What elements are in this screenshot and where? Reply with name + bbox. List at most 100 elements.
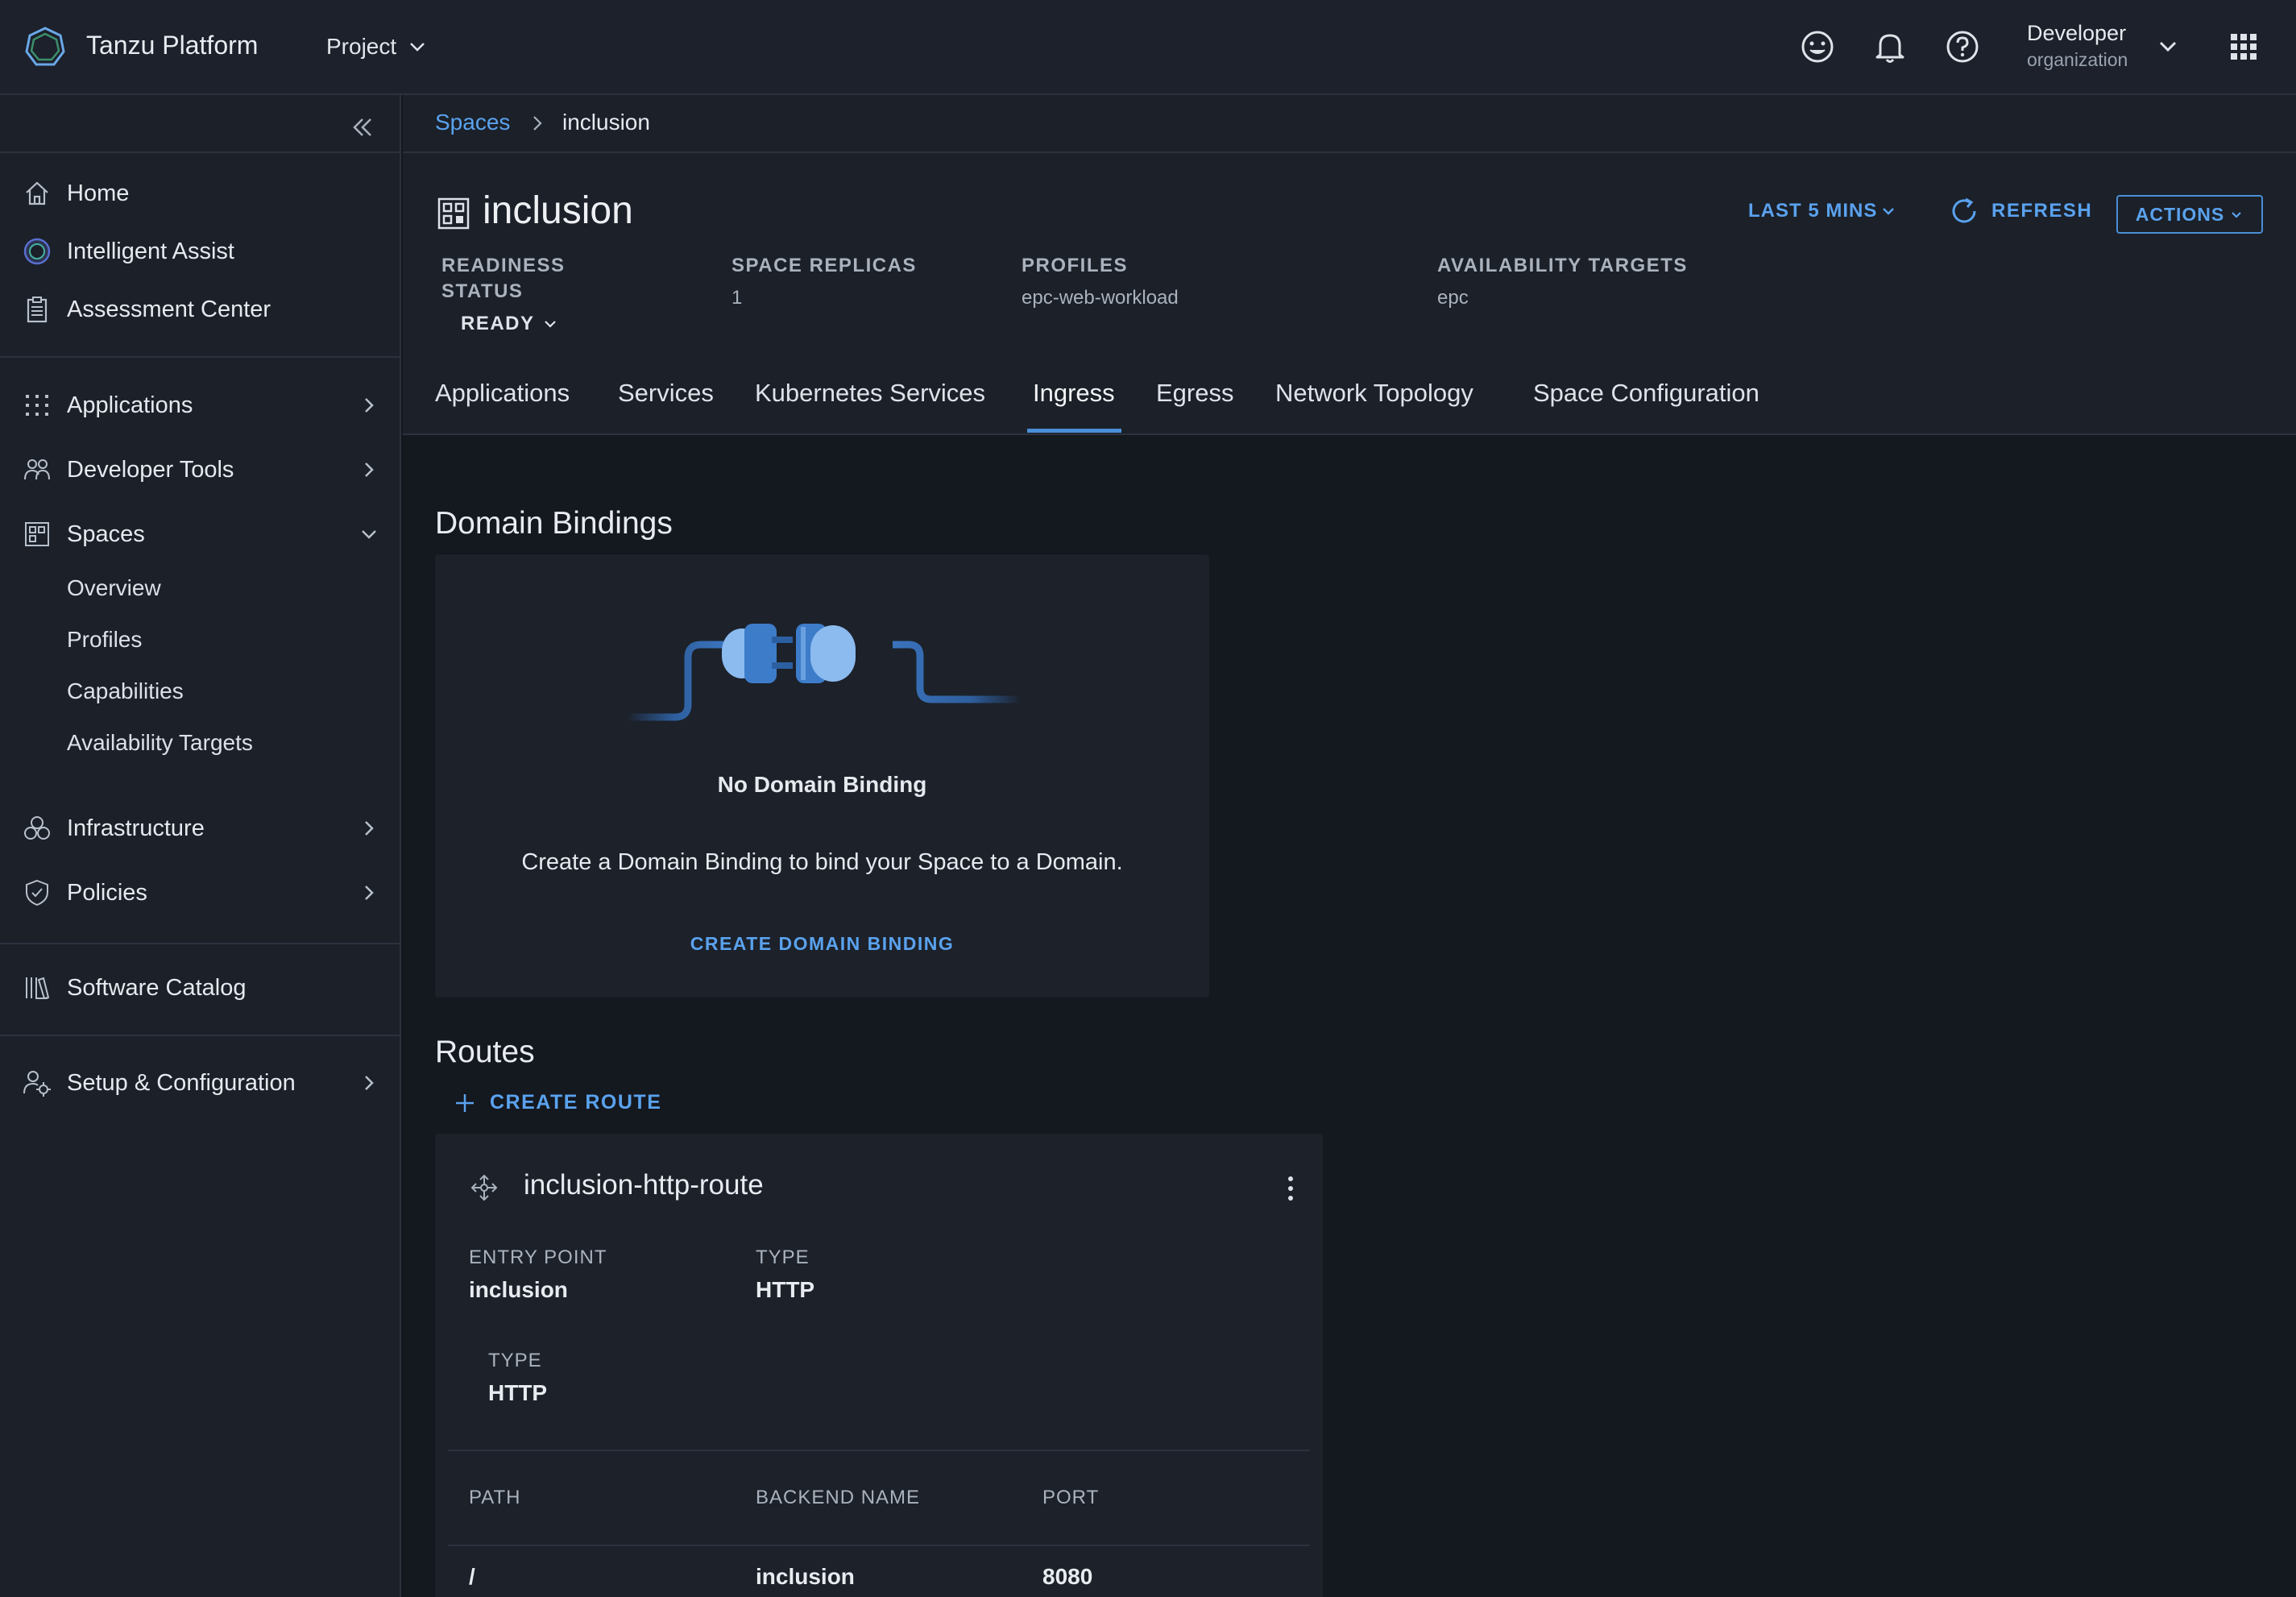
- spaces-icon: [437, 197, 470, 230]
- clipboard-icon: [27, 297, 48, 323]
- sidebar-item-label: Applications: [67, 392, 193, 418]
- sidebar-item-label: Policies: [67, 879, 147, 906]
- org-name: Developer: [2027, 21, 2127, 45]
- sidebar-subitem-capabilities[interactable]: Capabilities: [67, 678, 184, 704]
- routes-title: Routes: [435, 1035, 535, 1069]
- chevron-right-icon: [365, 463, 374, 477]
- sidebar-item-policies[interactable]: Policies: [0, 869, 401, 917]
- empty-state-description: Create a Domain Binding to bind your Spa…: [521, 849, 1123, 875]
- sidebar-item-software-catalog[interactable]: Software Catalog: [0, 964, 401, 1012]
- project-switcher[interactable]: Project: [326, 34, 427, 60]
- tab-ingress[interactable]: Ingress: [1033, 379, 1115, 433]
- tab-applications[interactable]: Applications: [435, 379, 570, 433]
- refresh-icon: [1952, 197, 1976, 223]
- type-value: HTTP: [756, 1277, 815, 1302]
- entry-point-value: inclusion: [469, 1277, 568, 1302]
- page-title: inclusion: [483, 189, 633, 232]
- route-divider: [448, 1545, 1310, 1546]
- plus-icon: [456, 1093, 474, 1112]
- route-backend-cell: inclusion: [756, 1564, 855, 1589]
- tab-space-configuration[interactable]: Space Configuration: [1533, 379, 1759, 433]
- route-divider: [448, 1450, 1310, 1451]
- sidebar-item-label: Infrastructure: [67, 815, 205, 841]
- chevron-down-icon: [2232, 212, 2242, 218]
- sidebar-item-assessment-center[interactable]: Assessment Center: [0, 285, 401, 334]
- sidebar-item-developer-tools[interactable]: Developer Tools: [0, 446, 401, 494]
- readiness-label-line: READINESS: [441, 255, 566, 276]
- developer-tools-icon: [24, 459, 50, 480]
- bell-icon[interactable]: [1871, 27, 1909, 66]
- readiness-status-label: READINESS STATUS: [441, 253, 566, 305]
- sidebar-item-label: Intelligent Assist: [67, 238, 234, 264]
- sidebar-item-label: Setup & Configuration: [67, 1069, 296, 1096]
- chevron-right-icon: [365, 398, 374, 413]
- collapse-sidebar-icon[interactable]: [348, 113, 377, 142]
- create-domain-binding-button[interactable]: CREATE DOMAIN BINDING: [435, 933, 1209, 955]
- sidebar-item-setup-configuration[interactable]: Setup & Configuration: [0, 1059, 401, 1107]
- time-range-label: LAST 5 MINS: [1748, 200, 1878, 222]
- refresh-button[interactable]: REFRESH: [1948, 195, 2092, 227]
- column-header-port: PORT: [1042, 1487, 1100, 1508]
- readiness-status-dropdown[interactable]: READY: [461, 313, 559, 335]
- tab-network-topology[interactable]: Network Topology: [1275, 379, 1473, 433]
- sidebar: Home Intelligent Assist Assessment Cente…: [0, 95, 401, 1597]
- shield-icon: [26, 879, 48, 906]
- chevron-right-icon: [533, 116, 542, 131]
- tab-egress[interactable]: Egress: [1156, 379, 1233, 433]
- rule-type-label: TYPE: [488, 1350, 542, 1371]
- breadcrumb: Spaces inclusion: [403, 95, 2296, 153]
- refresh-label: REFRESH: [1991, 200, 2093, 222]
- route-card: inclusion-http-route ENTRY POINT inclusi…: [435, 1134, 1323, 1597]
- kebab-menu-icon[interactable]: [1283, 1172, 1299, 1205]
- library-icon: [26, 977, 50, 1000]
- sidebar-item-spaces[interactable]: Spaces: [0, 510, 401, 558]
- help-icon[interactable]: [1943, 27, 1982, 66]
- availability-targets-value[interactable]: epc: [1437, 287, 1469, 309]
- space-header: inclusion LAST 5 MINS REFRESH ACTIONS RE…: [403, 153, 2296, 435]
- sidebar-divider: [0, 1035, 401, 1036]
- readiness-label-line: STATUS: [441, 280, 524, 302]
- sidebar-divider: [0, 943, 401, 944]
- feedback-icon[interactable]: [1798, 27, 1837, 66]
- tab-services[interactable]: Services: [618, 379, 714, 433]
- top-bar: Tanzu Platform Project Developer organiz…: [0, 0, 2296, 95]
- sidebar-item-infrastructure[interactable]: Infrastructure: [0, 804, 401, 852]
- sidebar-item-home[interactable]: Home: [0, 169, 401, 218]
- create-route-label: CREATE ROUTE: [490, 1091, 662, 1114]
- column-header-path: PATH: [469, 1487, 521, 1508]
- org-subtitle: organization: [2027, 49, 2128, 70]
- home-icon: [26, 181, 48, 205]
- org-switcher[interactable]: Developer organization: [2027, 21, 2128, 71]
- create-route-button[interactable]: CREATE ROUTE: [454, 1091, 661, 1114]
- route-name[interactable]: inclusion-http-route: [524, 1169, 764, 1201]
- active-tab-indicator: [1027, 429, 1121, 433]
- tanzu-logo-icon[interactable]: [24, 26, 66, 68]
- route-path-cell: /: [469, 1564, 475, 1589]
- applications-icon: [26, 395, 48, 416]
- domain-bindings-title: Domain Bindings: [435, 506, 673, 541]
- chevron-right-icon: [365, 1076, 374, 1090]
- infrastructure-icon: [24, 816, 50, 840]
- chevron-down-icon[interactable]: [2156, 34, 2180, 58]
- sidebar-item-label: Assessment Center: [67, 296, 271, 322]
- sidebar-item-applications[interactable]: Applications: [0, 381, 401, 429]
- space-replicas-value: 1: [731, 287, 743, 309]
- sidebar-item-intelligent-assist[interactable]: Intelligent Assist: [0, 227, 401, 276]
- chevron-down-icon: [1883, 208, 1895, 215]
- breadcrumb-current: inclusion: [562, 110, 650, 135]
- profiles-value[interactable]: epc-web-workload: [1022, 287, 1179, 309]
- breadcrumb-spaces-link[interactable]: Spaces: [435, 110, 510, 135]
- tab-bar: Applications Services Kubernetes Service…: [403, 379, 2296, 435]
- actions-button[interactable]: ACTIONS: [2116, 195, 2263, 234]
- sidebar-subitem-profiles[interactable]: Profiles: [67, 627, 142, 653]
- sidebar-divider: [0, 151, 401, 153]
- time-range-dropdown[interactable]: LAST 5 MINS: [1748, 200, 1896, 222]
- route-port-cell: 8080: [1042, 1564, 1093, 1589]
- app-title[interactable]: Tanzu Platform: [86, 31, 258, 60]
- sidebar-subitem-overview[interactable]: Overview: [67, 575, 161, 601]
- tab-kubernetes-services[interactable]: Kubernetes Services: [755, 379, 985, 433]
- apps-grid-icon[interactable]: [2229, 32, 2258, 61]
- domain-bindings-empty-card: No Domain Binding Create a Domain Bindin…: [435, 554, 1209, 998]
- empty-state-title: No Domain Binding: [717, 772, 927, 797]
- sidebar-subitem-availability-targets[interactable]: Availability Targets: [67, 730, 253, 756]
